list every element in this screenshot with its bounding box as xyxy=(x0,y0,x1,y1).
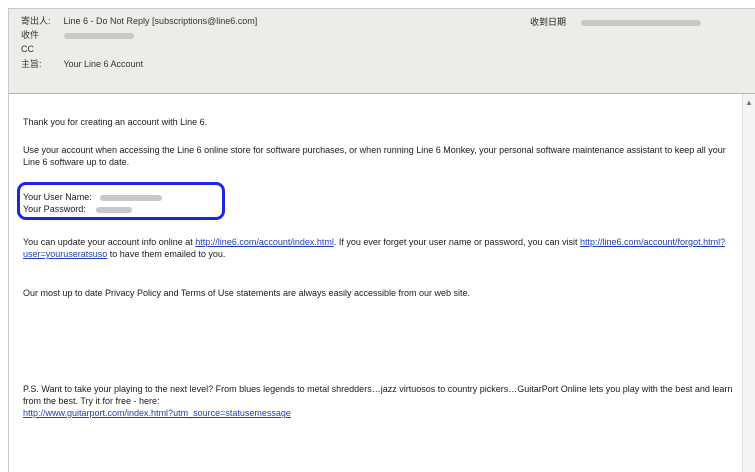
date-label: 收到日期 xyxy=(530,17,567,27)
to-value-redacted xyxy=(63,32,134,39)
scrollbar[interactable]: ▲ xyxy=(742,94,755,472)
update-text-a: You can update your account info online … xyxy=(23,237,196,247)
scroll-up-icon[interactable]: ▲ xyxy=(745,98,753,107)
paragraph-usage: Use your account when accessing the Line… xyxy=(23,145,726,167)
paragraph-update: You can update your account info online … xyxy=(23,236,743,260)
cc-row: CC xyxy=(21,43,61,55)
update-text-b: . If you ever forget your user name or p… xyxy=(333,237,580,247)
email-window: 寄出人: Line 6 - Do Not Reply [subscription… xyxy=(8,8,755,472)
cc-label: CC xyxy=(21,44,34,54)
subject-label: 主旨: xyxy=(21,59,42,69)
email-header: 寄出人: Line 6 - Do Not Reply [subscription… xyxy=(9,9,755,94)
from-row: 寄出人: Line 6 - Do Not Reply [subscription… xyxy=(21,15,257,27)
date-value-redacted xyxy=(580,19,701,26)
account-link[interactable]: http://line6.com/account/index.html xyxy=(195,237,334,247)
message-body: Thank you for creating an account with L… xyxy=(9,94,742,472)
update-text-c: to have them emailed to you. xyxy=(107,249,226,259)
paragraph-ps: P.S. Want to take your playing to the ne… xyxy=(23,383,743,419)
paragraph-privacy: Our most up to date Privacy Policy and T… xyxy=(23,288,471,298)
credentials-highlight-box xyxy=(17,182,225,220)
subject-value: Your Line 6 Account xyxy=(63,59,144,69)
to-row: 收件 xyxy=(21,29,134,41)
date-row: 收到日期 xyxy=(530,16,701,28)
ps-text: P.S. Want to take your playing to the ne… xyxy=(23,384,733,406)
subject-row: 主旨: Your Line 6 Account xyxy=(21,58,143,70)
to-label: 收件 xyxy=(21,30,40,40)
from-label: 寄出人: xyxy=(21,16,51,26)
guitarport-link[interactable]: http://www.guitarport.com/index.html?utm… xyxy=(23,408,291,418)
paragraph-thanks: Thank you for creating an account with L… xyxy=(23,117,208,127)
from-value[interactable]: Line 6 - Do Not Reply [subscriptions@lin… xyxy=(64,16,258,26)
